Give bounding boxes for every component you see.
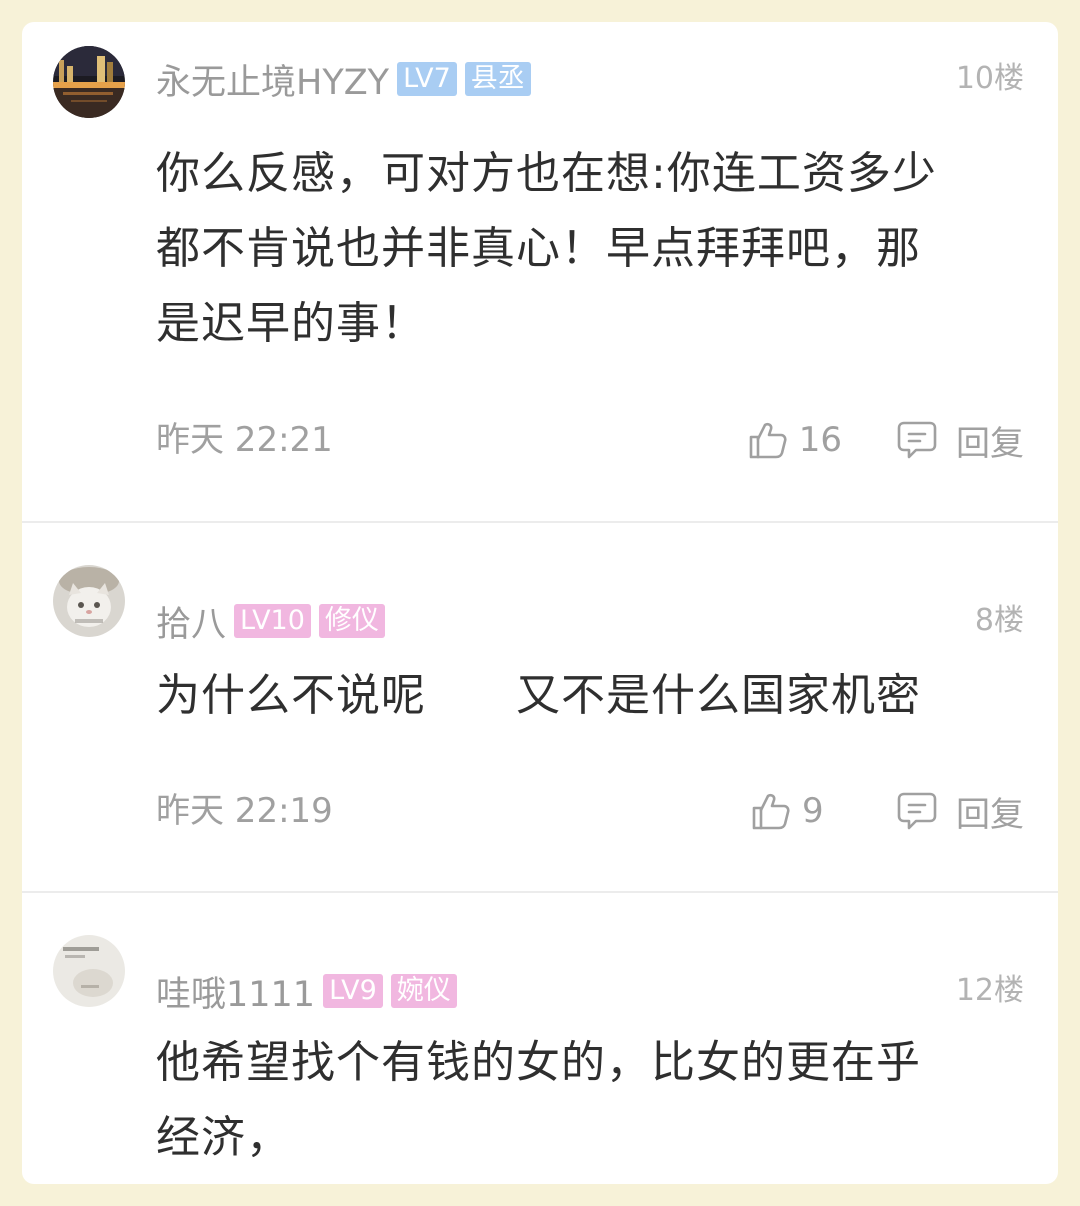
like-button[interactable]: 9: [750, 790, 842, 832]
like-count: 16: [798, 420, 842, 460]
thumbs-up-icon: [747, 419, 789, 461]
comment-actions: 9 回复: [750, 787, 1024, 836]
comment-card: 永无止境HYZY LV7 县丞 10楼 你么反感，可对方也在想:你连工资多少 都…: [22, 22, 1058, 1184]
thumbs-up-icon: [750, 790, 792, 832]
user-line: 永无止境HYZY LV7 县丞: [156, 59, 531, 103]
floor-number: 8楼: [974, 603, 1024, 638]
timestamp: 昨天 22:21: [156, 420, 333, 460]
city-night-avatar-icon: [53, 46, 125, 118]
avatar[interactable]: [53, 565, 125, 637]
title-badge: 修仪: [318, 604, 385, 638]
comment-meta: 昨天 22:19 9 回复: [156, 787, 1024, 836]
reply-label: 回复: [956, 794, 1024, 835]
avatar[interactable]: [53, 46, 125, 118]
level-badge: LV10: [234, 604, 311, 638]
level-badge: LV9: [323, 974, 383, 1008]
comment-bubble-icon: [896, 419, 938, 461]
like-count: 9: [802, 791, 824, 831]
user-line: 哇哦1111 LV9 婉仪: [156, 971, 457, 1015]
floor-number: 10楼: [955, 61, 1024, 96]
comment-line: 他希望找个有钱的女的，比女的更在乎: [156, 1037, 921, 1088]
user-line: 拾八 LV10 修仪: [156, 601, 385, 645]
comment-item: 拾八 LV10 修仪 8楼 为什么不说呢 又不是什么国家机密 昨天 22:19 …: [22, 523, 1058, 891]
timestamp: 昨天 22:19: [156, 791, 333, 831]
username[interactable]: 永无止境HYZY: [156, 54, 389, 105]
reply-button[interactable]: 回复: [896, 787, 1024, 836]
username[interactable]: 拾八: [156, 596, 226, 647]
comment-line: 经济，: [156, 1112, 291, 1163]
comment-bubble-icon: [896, 790, 938, 832]
comment-text: 他希望找个有钱的女的，比女的更在乎 经济，: [156, 1025, 1016, 1175]
title-badge: 县丞: [464, 62, 531, 96]
comment-line: 为什么不说呢 又不是什么国家机密: [156, 670, 921, 721]
title-badge: 婉仪: [390, 974, 457, 1008]
comment-item: 永无止境HYZY LV7 县丞 10楼 你么反感，可对方也在想:你连工资多少 都…: [22, 22, 1058, 522]
comment-line: 都不肯说也并非真心！早点拜拜吧，那: [156, 223, 921, 274]
reply-label: 回复: [956, 423, 1024, 464]
comment-text: 你么反感，可对方也在想:你连工资多少 都不肯说也并非真心！早点拜拜吧，那 是迟早…: [156, 136, 1016, 361]
comment-line: 你么反感，可对方也在想:你连工资多少: [156, 148, 937, 199]
reply-button[interactable]: 回复: [896, 416, 1024, 465]
avatar[interactable]: [53, 935, 125, 1007]
comment-line: 是迟早的事！: [156, 298, 426, 349]
comment-actions: 16 回复: [747, 416, 1024, 465]
sketch-avatar-icon: [53, 935, 125, 1007]
comment-text: 为什么不说呢 又不是什么国家机密: [156, 658, 1016, 733]
level-badge: LV7: [397, 62, 457, 96]
like-button[interactable]: 16: [747, 419, 842, 461]
cat-avatar-icon: [53, 565, 125, 637]
comment-item: 哇哦1111 LV9 婉仪 12楼 他希望找个有钱的女的，比女的更在乎 经济，: [22, 893, 1058, 1184]
comment-meta: 昨天 22:21 16 回复: [156, 416, 1024, 465]
floor-number: 12楼: [955, 973, 1024, 1008]
username[interactable]: 哇哦1111: [156, 966, 315, 1017]
